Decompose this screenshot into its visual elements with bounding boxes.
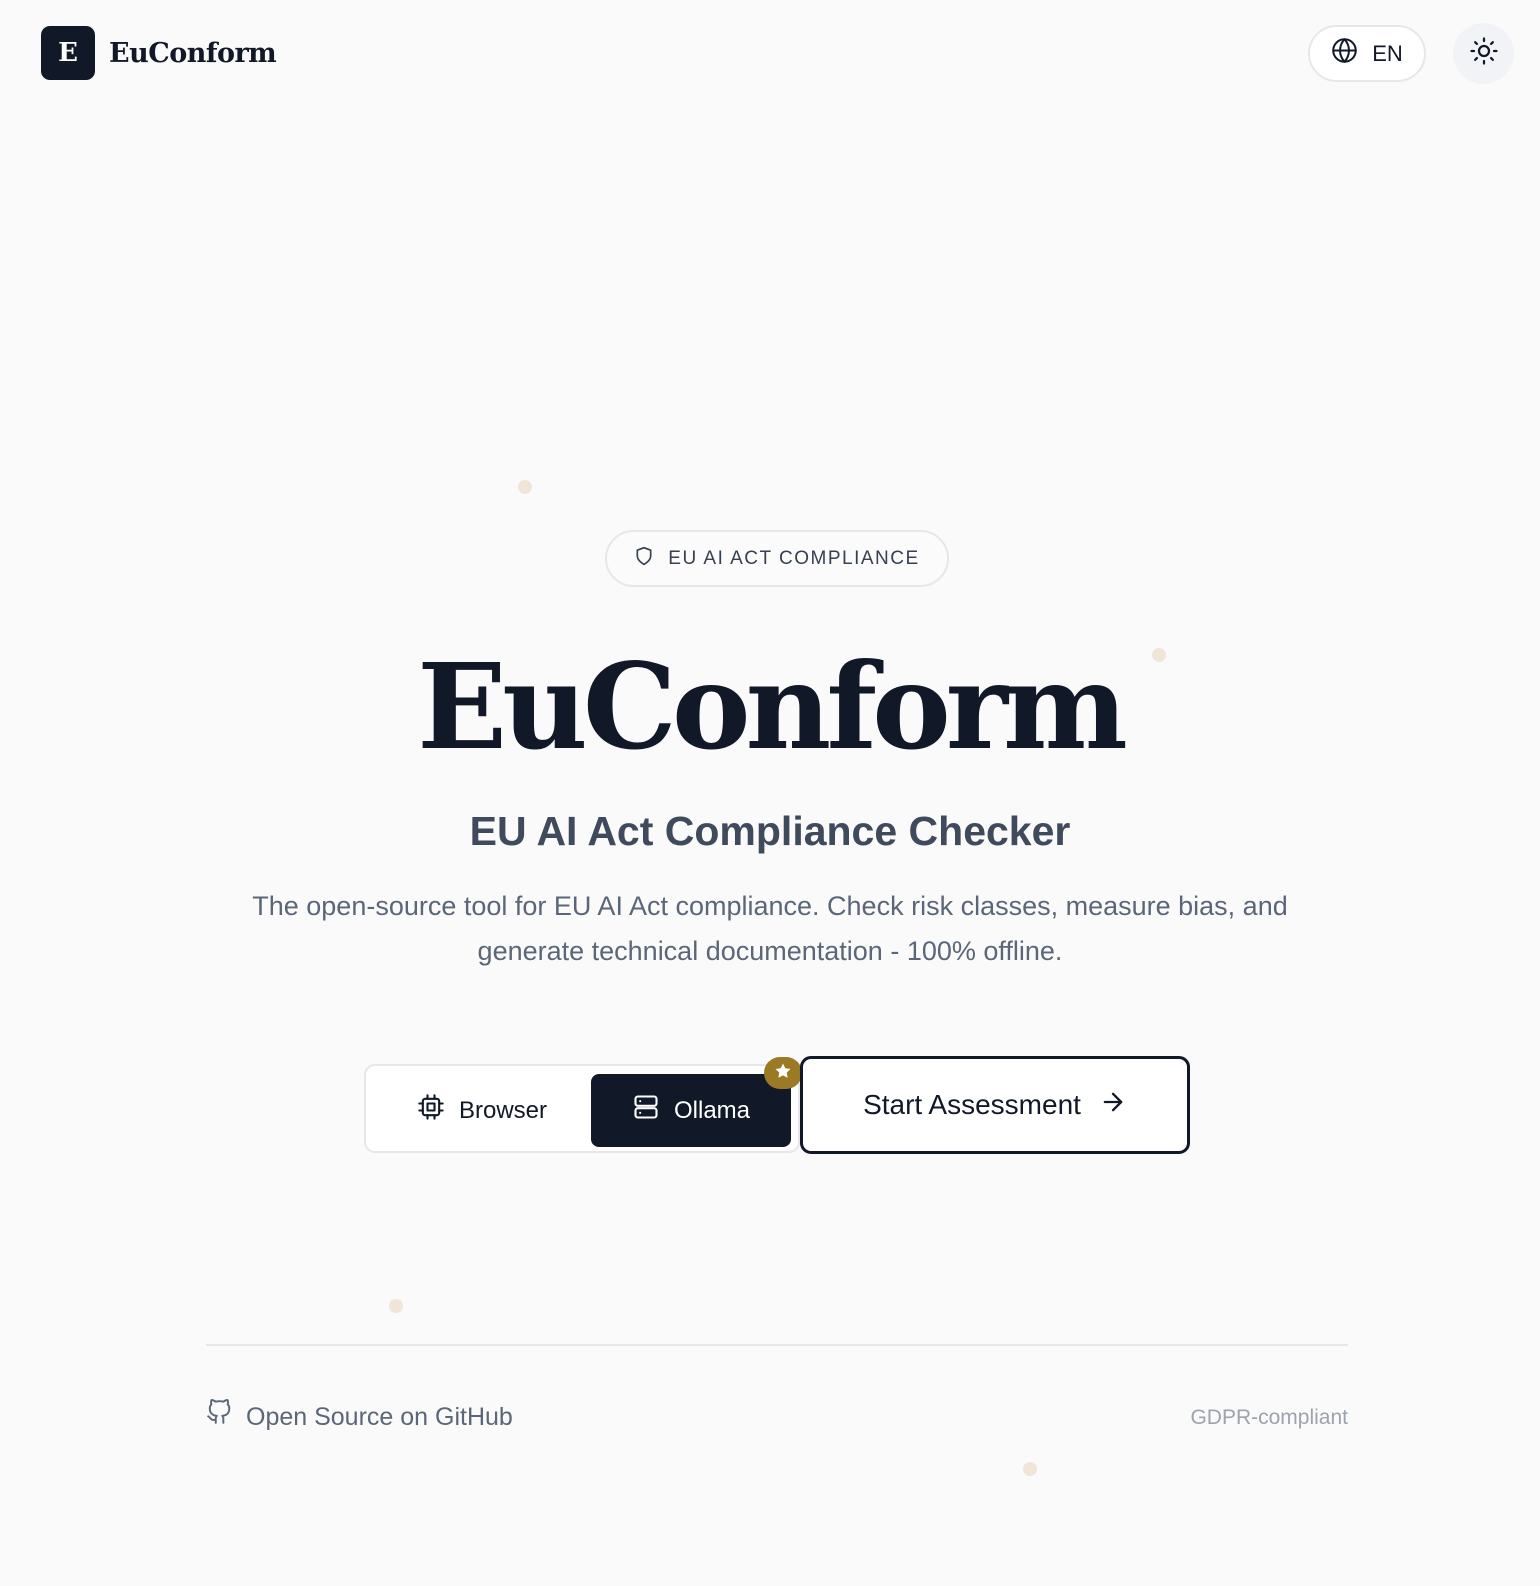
mode-option-label: Browser bbox=[458, 1096, 548, 1124]
mode-option-browser[interactable]: Browser bbox=[372, 1074, 592, 1147]
landing-page: E EuConform EN EU AI ACT COMPLIANCE EuCo… bbox=[0, 0, 1540, 1586]
github-link[interactable]: Open Source on GitHub bbox=[206, 1399, 513, 1434]
language-label: EN bbox=[1372, 40, 1403, 66]
theme-toggle-button[interactable] bbox=[1453, 23, 1514, 84]
page-title: EuConform bbox=[417, 637, 1128, 776]
decorative-dot bbox=[1023, 1462, 1037, 1476]
start-assessment-label: Start Assessment bbox=[863, 1089, 1081, 1120]
brand-name[interactable]: EuConform bbox=[109, 34, 277, 74]
page-subtitle: EU AI Act Compliance Checker bbox=[469, 808, 1071, 854]
star-icon bbox=[774, 1062, 792, 1085]
language-switcher-button[interactable]: EN bbox=[1308, 25, 1426, 82]
globe-icon bbox=[1331, 37, 1358, 70]
cpu-chip-icon bbox=[417, 1093, 445, 1128]
server-icon bbox=[632, 1093, 660, 1128]
decorative-dot bbox=[389, 1299, 403, 1313]
recommended-star-badge bbox=[764, 1057, 802, 1089]
github-link-label: Open Source on GitHub bbox=[246, 1402, 513, 1431]
footer-divider bbox=[206, 1344, 1348, 1346]
decorative-dot bbox=[518, 480, 532, 494]
github-icon bbox=[206, 1399, 232, 1434]
page-description: The open-source tool for EU AI Act compl… bbox=[252, 891, 1288, 966]
start-assessment-button[interactable]: Start Assessment bbox=[800, 1056, 1190, 1154]
logo-mark[interactable]: E bbox=[41, 26, 95, 80]
mode-option-ollama[interactable]: Ollama bbox=[591, 1074, 791, 1147]
badge-label: EU AI ACT COMPLIANCE bbox=[668, 547, 920, 569]
compliance-badge: EU AI ACT COMPLIANCE bbox=[605, 530, 949, 587]
shield-icon bbox=[634, 546, 654, 572]
mode-option-label: Ollama bbox=[673, 1096, 751, 1124]
sun-icon bbox=[1469, 36, 1499, 71]
gdpr-compliant-label: GDPR-compliant bbox=[1190, 1406, 1348, 1429]
arrow-right-icon bbox=[1099, 1088, 1127, 1123]
inference-mode-toggle: Browser Ollama bbox=[364, 1064, 800, 1153]
